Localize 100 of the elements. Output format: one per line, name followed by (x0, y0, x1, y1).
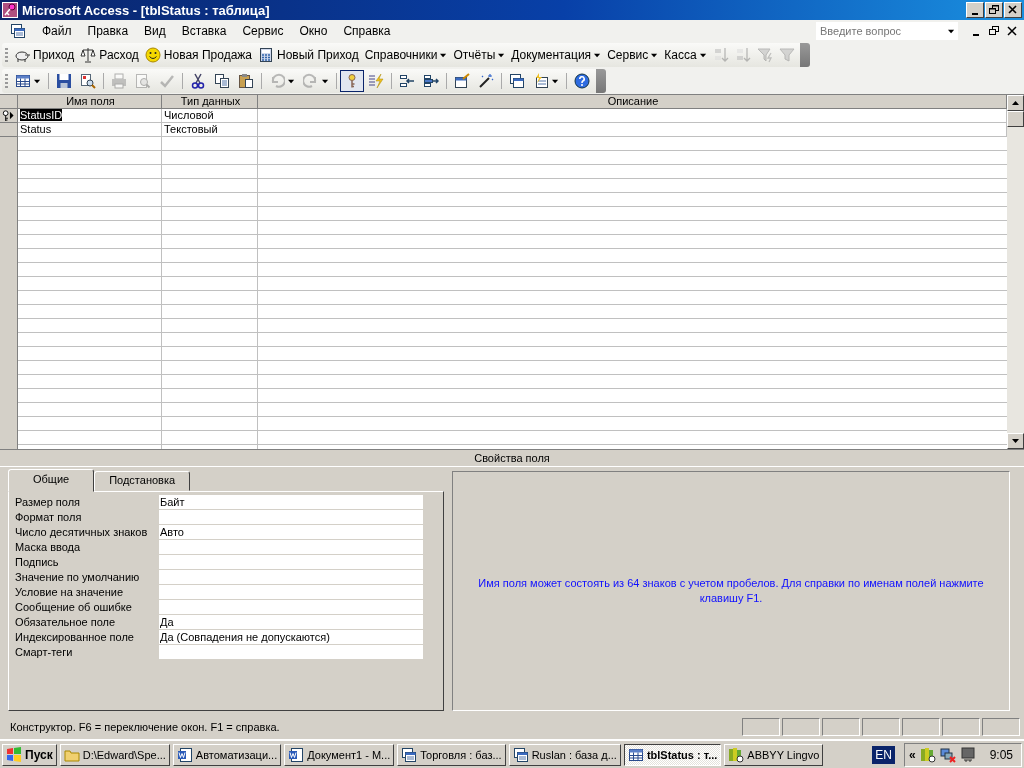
taskbar-button[interactable]: D:\Edward\Spe... (59, 743, 170, 766)
scroll-thumb[interactable] (1007, 111, 1024, 127)
property-field[interactable]: Байт (159, 495, 423, 510)
menu-button[interactable]: Справочники (361, 44, 451, 66)
language-indicator[interactable]: EN (872, 745, 895, 764)
field-name[interactable]: StatusID (20, 109, 63, 121)
status-pane (782, 718, 820, 736)
current-row-arrow-icon (9, 110, 15, 121)
taskbar-button[interactable]: Торговля : баз... (397, 743, 506, 766)
help-icon (574, 73, 590, 89)
key-icon (2, 2, 18, 18)
floppy-icon (56, 73, 72, 89)
toolbar-button[interactable]: Расход (77, 44, 142, 66)
menu-item[interactable]: Правка (79, 24, 137, 38)
hint-text: Имя поля может состоять из 64 знаков с учетом пробелов. Для справки по именам полей нажмите клавишу F1. (477, 576, 985, 606)
new-object-icon (533, 73, 549, 89)
wand-icon (478, 73, 494, 89)
property-field[interactable]: Да (159, 615, 423, 630)
property-label: Размер поля (15, 495, 82, 510)
property-field[interactable] (159, 540, 423, 555)
property-field[interactable] (159, 570, 423, 585)
table-cell[interactable]: Числовой (162, 109, 258, 123)
minimize-icon (972, 12, 978, 15)
tab[interactable]: Подстановка (94, 471, 191, 491)
menu-item[interactable]: Справка (335, 24, 399, 38)
property-field[interactable] (159, 645, 423, 660)
dropdown-button[interactable] (944, 22, 958, 40)
books-icon (728, 746, 745, 763)
vertical-scrollbar[interactable] (1007, 95, 1024, 449)
taskbar-button[interactable]: Автоматизаци... (172, 743, 282, 766)
up-arrow-icon (1011, 99, 1020, 107)
table-cell[interactable]: Текстовый (162, 123, 258, 137)
calculator-icon (258, 47, 274, 63)
delete-rows-icon (423, 73, 439, 89)
menu-item[interactable]: Вставка (173, 24, 235, 38)
restore-button[interactable] (985, 2, 1003, 18)
table-cell[interactable] (258, 123, 1007, 137)
toolbar-options-button[interactable] (799, 43, 810, 67)
close-icon (1007, 5, 1019, 15)
windows-logo-icon (6, 746, 22, 763)
books-icon[interactable] (919, 746, 936, 763)
taskbar-button[interactable]: Документ1 - М... (284, 743, 395, 766)
property-label: Условие на значение (15, 585, 124, 600)
property-field[interactable] (159, 585, 423, 600)
status-pane (982, 718, 1020, 736)
taskbar-button[interactable]: Ruslan : база д... (508, 743, 621, 766)
property-label: Индексированное поле (15, 630, 135, 645)
grid-icon (15, 73, 31, 89)
scales-icon (80, 47, 97, 63)
menu-item[interactable]: Файл (34, 24, 80, 38)
key-icon (2, 110, 10, 121)
scissors-icon (190, 73, 206, 89)
property-field[interactable] (159, 600, 423, 615)
menu-button[interactable]: Документация (508, 44, 605, 66)
minimize-button[interactable] (966, 2, 984, 18)
property-field[interactable]: Авто (159, 525, 423, 540)
tray-expand-button[interactable]: « (908, 747, 916, 762)
caret-icon (34, 77, 41, 85)
menu-button[interactable]: Отчёты (450, 44, 509, 66)
start-button[interactable]: Пуск (2, 743, 57, 766)
menu-item[interactable]: Сервис (234, 24, 292, 38)
copy-icon (214, 73, 230, 89)
tab[interactable]: Общие (8, 469, 95, 492)
caret-icon (498, 51, 506, 59)
filter-lightning-icon (756, 47, 773, 63)
status-pane (942, 718, 980, 736)
undo-arrow-icon (269, 73, 285, 89)
menu-button[interactable]: Сервис (604, 44, 662, 66)
row-selector[interactable] (0, 109, 18, 123)
caret-icon (947, 27, 955, 35)
property-field[interactable] (159, 555, 423, 570)
toolbar-button[interactable]: Новый Приход (255, 44, 362, 66)
sort-ascending-icon (712, 47, 729, 63)
network-disconnected-icon[interactable] (939, 746, 956, 763)
taskbar-button[interactable]: ABBYY Lingvo (724, 743, 824, 766)
restore-icon (989, 26, 999, 36)
windows-icon (401, 746, 418, 763)
windows-icon (512, 746, 529, 763)
check-icon (159, 73, 175, 89)
table-cell[interactable] (258, 109, 1007, 123)
menu-button[interactable]: Касса (661, 44, 710, 66)
taskbar-button[interactable]: tblStatus : т... (623, 743, 722, 766)
monitor-icon[interactable] (959, 746, 976, 763)
property-label: Значение по умолчанию (15, 570, 141, 585)
menu-item[interactable]: Окно (291, 24, 336, 38)
close-button[interactable] (1004, 2, 1022, 18)
property-label: Число десятичных знаков (15, 525, 149, 540)
column-header: Тип данных (162, 95, 258, 109)
property-label: Подпись (15, 555, 60, 570)
toolbar-button[interactable] (340, 70, 364, 92)
toolbar-button[interactable]: Новая Продажа (141, 44, 255, 66)
property-field[interactable] (159, 510, 423, 525)
document-icon (176, 746, 193, 763)
property-field[interactable]: Да (Совпадения не допускаются) (159, 630, 423, 645)
down-arrow-icon (1011, 437, 1020, 445)
status-pane (822, 718, 860, 736)
toolbar-button[interactable]: Приход (11, 44, 78, 66)
field-name[interactable]: Status (20, 123, 52, 135)
menu-item[interactable]: Вид (136, 24, 174, 38)
help-search-field[interactable]: Введите вопрос (816, 22, 944, 40)
